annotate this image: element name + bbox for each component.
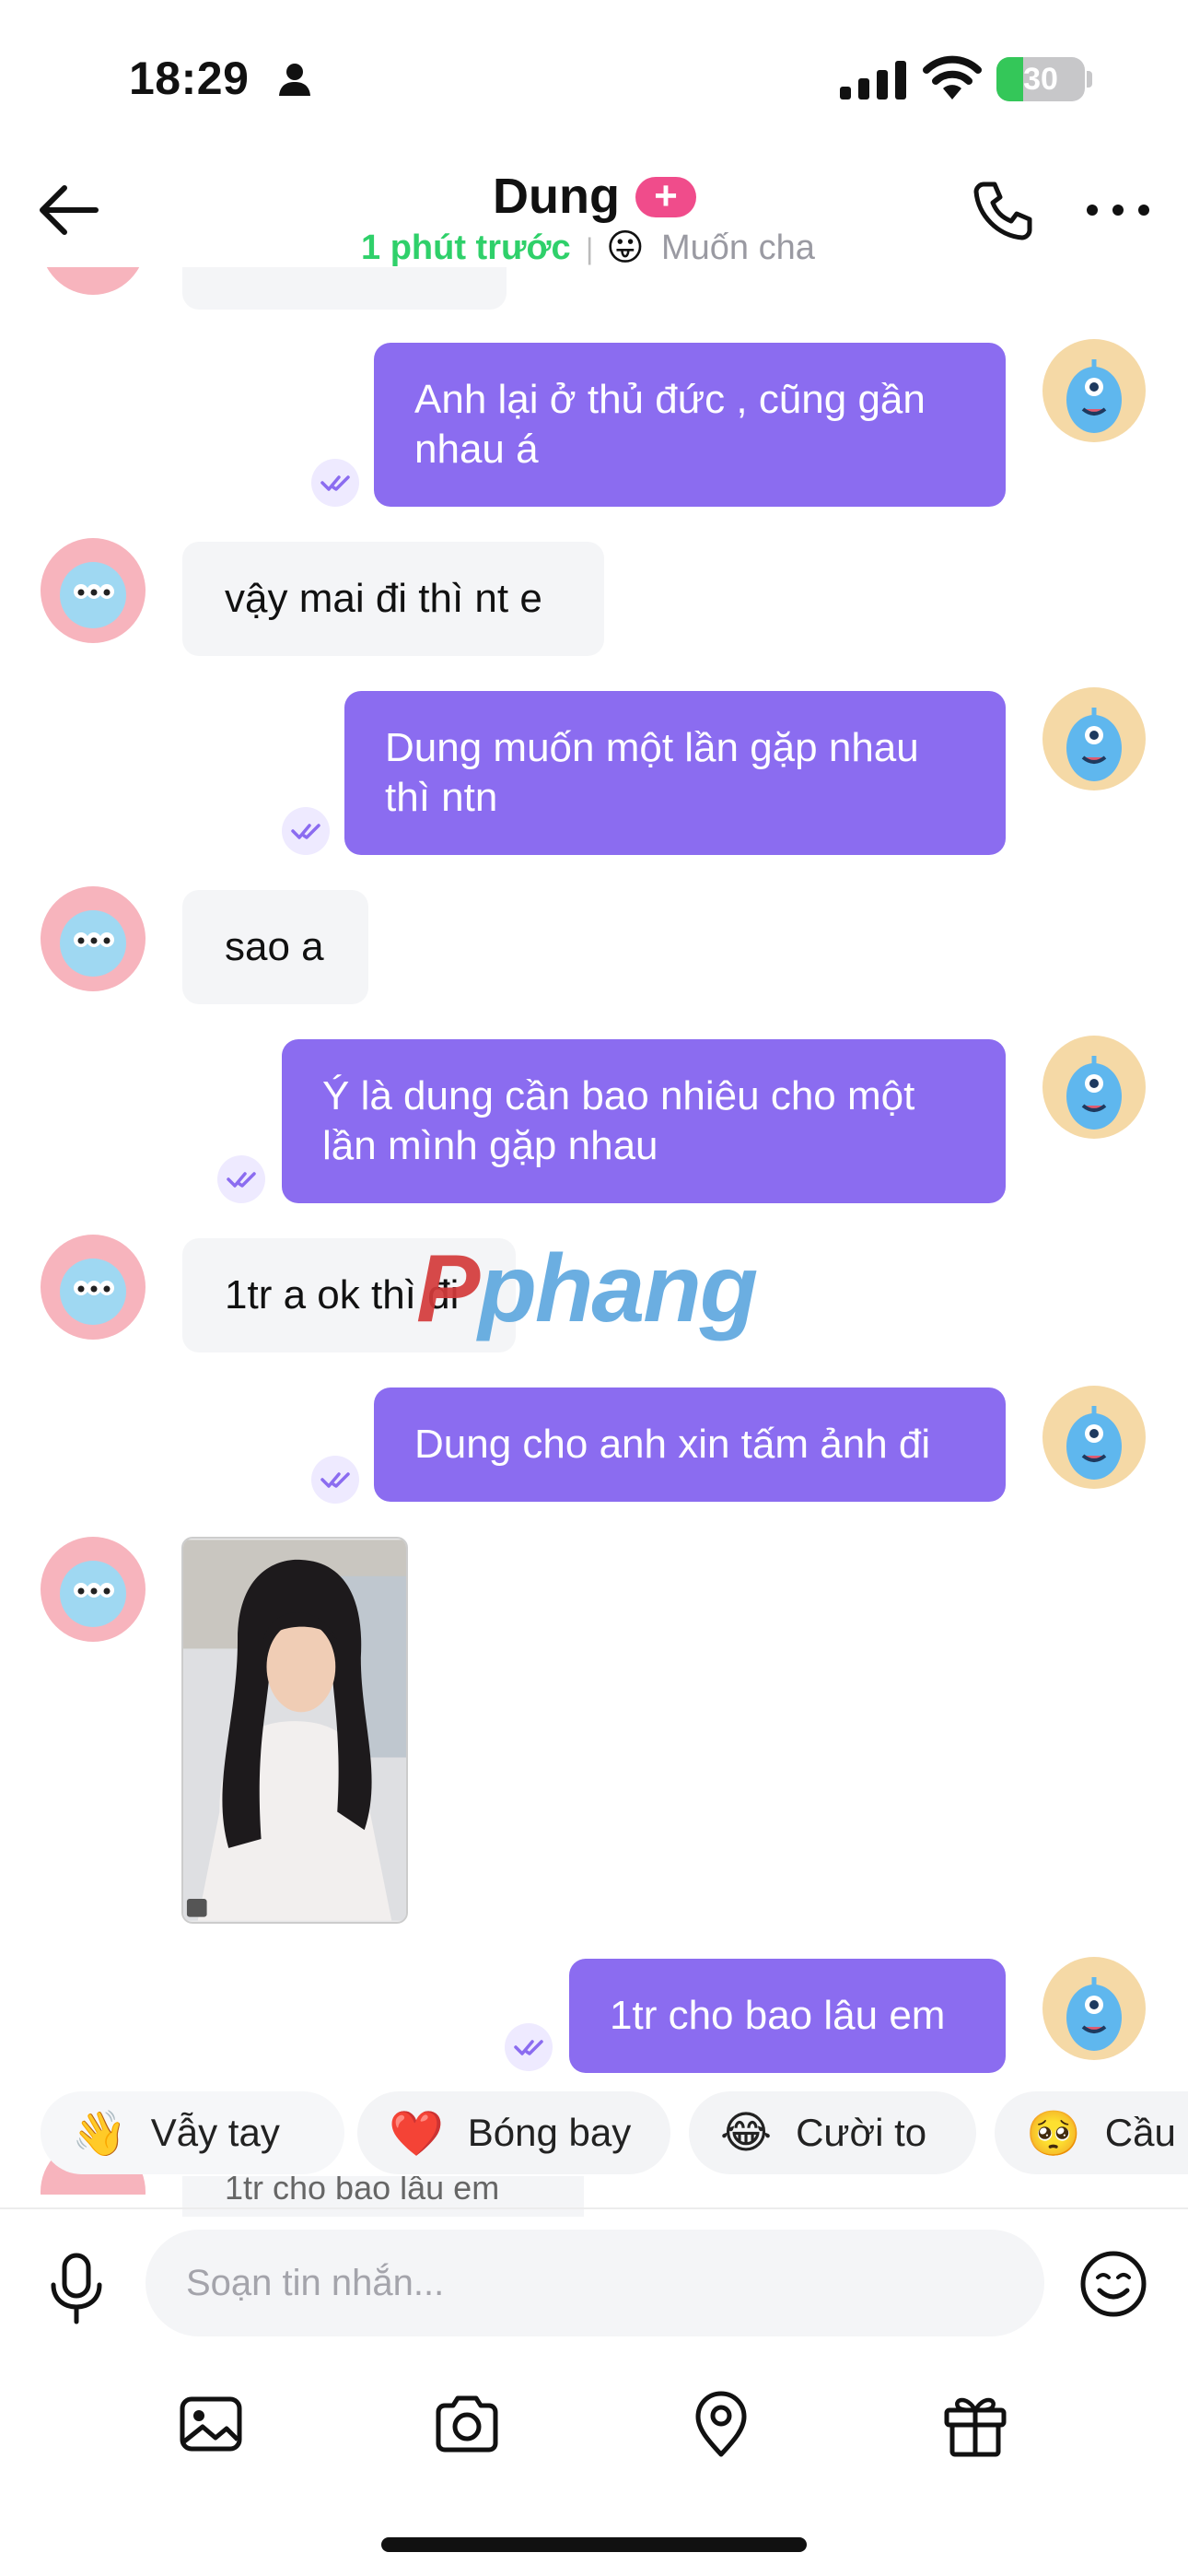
photo-image: [183, 1540, 406, 1921]
location-pin-icon[interactable]: [685, 2388, 757, 2460]
cellular-signal-icon: [840, 61, 906, 100]
message-outgoing[interactable]: Anh lại ở thủ đức , cũng gần nhau á: [374, 343, 1006, 507]
my-avatar[interactable]: [1042, 1036, 1146, 1139]
my-avatar[interactable]: [1042, 1386, 1146, 1489]
contact-avatar[interactable]: [41, 1235, 146, 1340]
battery-indicator: 30: [996, 57, 1085, 101]
message-incoming[interactable]: vậy mai đi thì nt e: [182, 542, 604, 656]
photo-message[interactable]: [181, 1537, 408, 1924]
quick-reaction-label: Cầu: [1104, 2111, 1176, 2154]
message-outgoing[interactable]: Dung cho anh xin tấm ảnh đi: [374, 1388, 1006, 1502]
message-input[interactable]: [146, 2230, 1044, 2336]
my-avatar[interactable]: [1042, 339, 1146, 442]
status-time: 18:29: [129, 53, 250, 104]
battery-text: 30: [1023, 62, 1058, 97]
quick-reaction-label: Cười to: [796, 2111, 927, 2154]
watermark-first-letter: P: [416, 1235, 480, 1342]
mood-text: Muốn cha: [661, 228, 815, 267]
quick-reaction-plead[interactable]: 🥺 Cầu: [995, 2091, 1188, 2174]
message-incoming[interactable]: sao a: [182, 890, 368, 1004]
heart-icon: ❤️: [389, 2109, 444, 2159]
person-icon: [279, 64, 310, 96]
my-avatar[interactable]: [1042, 687, 1146, 790]
phone-icon[interactable]: [971, 177, 1037, 243]
mood-emoji: 😛: [606, 228, 645, 268]
contact-avatar[interactable]: [41, 1537, 146, 1642]
watermark-logo: Pphang: [416, 1235, 758, 1344]
read-receipt-icon: [217, 1155, 265, 1203]
emoji-smile-icon[interactable]: [1077, 2248, 1149, 2320]
image-icon[interactable]: [175, 2388, 247, 2460]
battery-cap: [1087, 71, 1092, 88]
wave-hand-icon: 👋: [72, 2109, 127, 2159]
contact-name[interactable]: Dung: [493, 168, 620, 225]
message-incoming-partial[interactable]: 1tr cho bao lâu em: [182, 2176, 584, 2217]
message-incoming-partial-text: 1tr cho bao lâu em: [225, 2176, 500, 2207]
more-dots-icon[interactable]: [1083, 184, 1153, 236]
quick-reaction-label: Bóng bay: [467, 2111, 632, 2154]
home-indicator[interactable]: [381, 2537, 807, 2552]
plus-badge: +: [635, 176, 696, 217]
read-receipt-icon: [311, 459, 359, 507]
microphone-icon[interactable]: [46, 2252, 107, 2325]
quick-reaction-label: Vẫy tay: [150, 2111, 280, 2154]
quick-reaction-wave[interactable]: 👋 Vẫy tay: [41, 2091, 344, 2174]
quick-reaction-laugh[interactable]: 😂 Cười to: [689, 2091, 976, 2174]
back-arrow-icon[interactable]: [37, 181, 103, 240]
scrolled-message-fragment: [182, 267, 507, 310]
last-seen-status: 1 phút trước: [361, 228, 571, 267]
read-receipt-icon: [282, 807, 330, 855]
contact-avatar[interactable]: [41, 538, 146, 643]
composer-divider: [0, 2207, 1188, 2209]
watermark-rest: phang: [478, 1235, 758, 1342]
subtitle-separator: |: [586, 232, 594, 265]
gift-icon[interactable]: [939, 2388, 1011, 2460]
read-receipt-icon: [311, 1456, 359, 1504]
contact-avatar[interactable]: [41, 886, 146, 991]
wifi-icon: [923, 55, 982, 100]
laughing-face-icon: 😂: [720, 2109, 773, 2158]
pleading-face-icon: 🥺: [1026, 2109, 1081, 2159]
quick-reaction-balloon[interactable]: ❤️ Bóng bay: [357, 2091, 670, 2174]
message-outgoing[interactable]: 1tr cho bao lâu em: [569, 1959, 1006, 2073]
message-outgoing[interactable]: Dung muốn một lần gặp nhau thì ntn: [344, 691, 1006, 855]
read-receipt-icon: [505, 2023, 553, 2071]
scrolled-avatar-fragment: [41, 267, 146, 295]
camera-icon[interactable]: [431, 2388, 503, 2460]
my-avatar[interactable]: [1042, 1957, 1146, 2060]
message-outgoing[interactable]: Ý là dung cần bao nhiêu cho một lần mình…: [282, 1039, 1006, 1203]
